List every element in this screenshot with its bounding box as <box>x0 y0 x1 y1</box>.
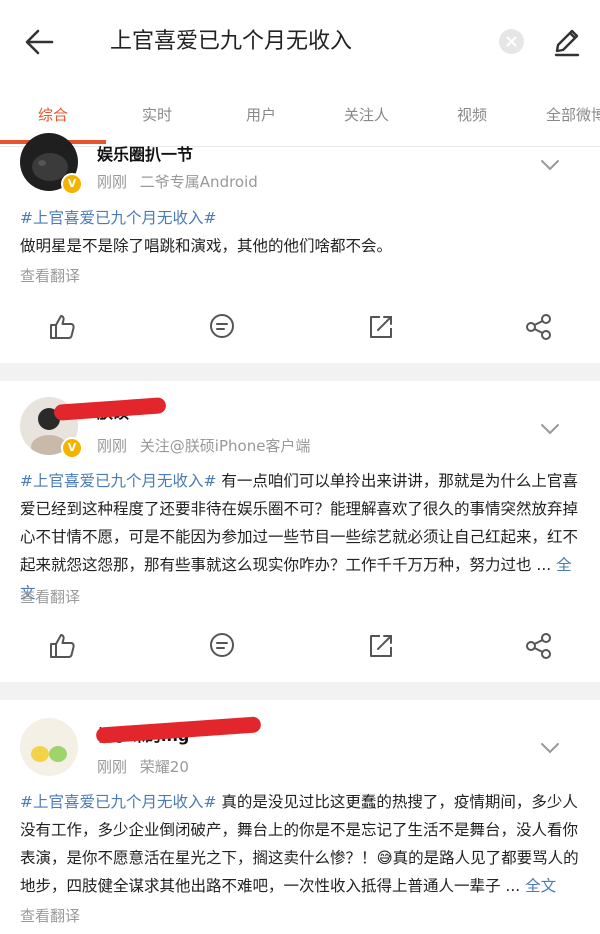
search-tabs: 综合 实时 用户 关注人 视频 全部微博 <box>0 82 600 147</box>
avatar[interactable] <box>20 718 78 776</box>
search-header: 上官喜爱已九个月无收入 <box>0 0 600 82</box>
translate-link[interactable]: 查看翻译 <box>20 265 80 286</box>
verified-badge-icon: V <box>61 173 83 195</box>
username[interactable]: 娱乐圈扒一节 <box>97 141 193 165</box>
post-text: #上官喜爱已九个月无收入# 真的是没见过比这更蠢的热搜了，疫情期间，多少人没有工… <box>20 788 580 900</box>
clear-search-button[interactable] <box>499 29 524 54</box>
tab-comprehensive[interactable]: 综合 <box>38 104 68 125</box>
edit-icon[interactable] <box>548 24 584 60</box>
tab-users[interactable]: 用户 <box>246 104 276 125</box>
post-source: 关注@朕硕iPhone客户端 <box>139 437 311 455</box>
back-arrow-icon[interactable] <box>22 24 58 60</box>
post-text: #上官喜爱已九个月无收入# 做明星是不是除了唱跳和演戏，其他的他们啥都不会。 <box>20 204 580 260</box>
divider <box>0 682 600 700</box>
post-time: 刚刚 <box>97 437 128 455</box>
tab-following[interactable]: 关注人 <box>344 104 389 125</box>
hashtag-link[interactable]: #上官喜爱已九个月无收入# <box>20 472 216 490</box>
verified-badge-icon: V <box>61 437 83 459</box>
hashtag-link[interactable]: #上官喜爱已九个月无收入# <box>20 793 216 811</box>
tab-all-weibo[interactable]: 全部微博 <box>546 104 600 125</box>
comment-icon[interactable] <box>207 631 237 661</box>
post-meta: 刚刚 二爷专属Android <box>97 171 266 192</box>
chevron-down-icon[interactable] <box>540 423 560 435</box>
post-time: 刚刚 <box>97 758 128 776</box>
search-query[interactable]: 上官喜爱已九个月无收入 <box>110 24 352 60</box>
close-icon <box>506 36 517 47</box>
post-card: V 朕硕 刚刚 关注@朕硕iPhone客户端 #上官喜爱已九个月无收入# 有一点… <box>0 381 600 682</box>
like-icon[interactable] <box>47 631 77 661</box>
full-text-link[interactable]: 全文 <box>525 877 556 895</box>
post-actions <box>0 312 600 352</box>
post-card: V 娱乐圈扒一节 刚刚 二爷专属Android #上官喜爱已九个月无收入# 做明… <box>0 133 600 363</box>
tab-realtime[interactable]: 实时 <box>142 104 172 125</box>
post-actions <box>0 631 600 671</box>
post-meta: 刚刚 关注@朕硕iPhone客户端 <box>97 435 318 456</box>
repost-icon[interactable] <box>366 631 396 661</box>
post-meta: 刚刚 荣耀20 <box>97 756 197 777</box>
post-source: 二爷专属Android <box>139 173 258 191</box>
like-icon[interactable] <box>47 312 77 342</box>
divider <box>0 363 600 381</box>
chevron-down-icon[interactable] <box>540 742 560 754</box>
translate-link[interactable]: 查看翻译 <box>20 586 80 607</box>
repost-icon[interactable] <box>366 312 396 342</box>
chevron-down-icon[interactable] <box>540 159 560 171</box>
post-source: 荣耀20 <box>139 758 189 776</box>
post-text: #上官喜爱已九个月无收入# 有一点咱们可以单拎出来讲讲，那就是为什么上官喜爱已经… <box>20 467 580 607</box>
comment-icon[interactable] <box>207 312 237 342</box>
tab-video[interactable]: 视频 <box>457 104 487 125</box>
post-content: 做明星是不是除了唱跳和演戏，其他的他们啥都不会。 <box>20 237 393 255</box>
share-icon[interactable] <box>524 312 554 342</box>
hashtag-link[interactable]: #上官喜爱已九个月无收入# <box>20 209 216 227</box>
post-card: 橘子味的ing 刚刚 荣耀20 #上官喜爱已九个月无收入# 真的是没见过比这更蠢… <box>0 700 600 934</box>
share-icon[interactable] <box>524 631 554 661</box>
post-time: 刚刚 <box>97 173 128 191</box>
translate-link[interactable]: 查看翻译 <box>20 905 80 926</box>
chick-avatar-icon <box>31 746 67 762</box>
